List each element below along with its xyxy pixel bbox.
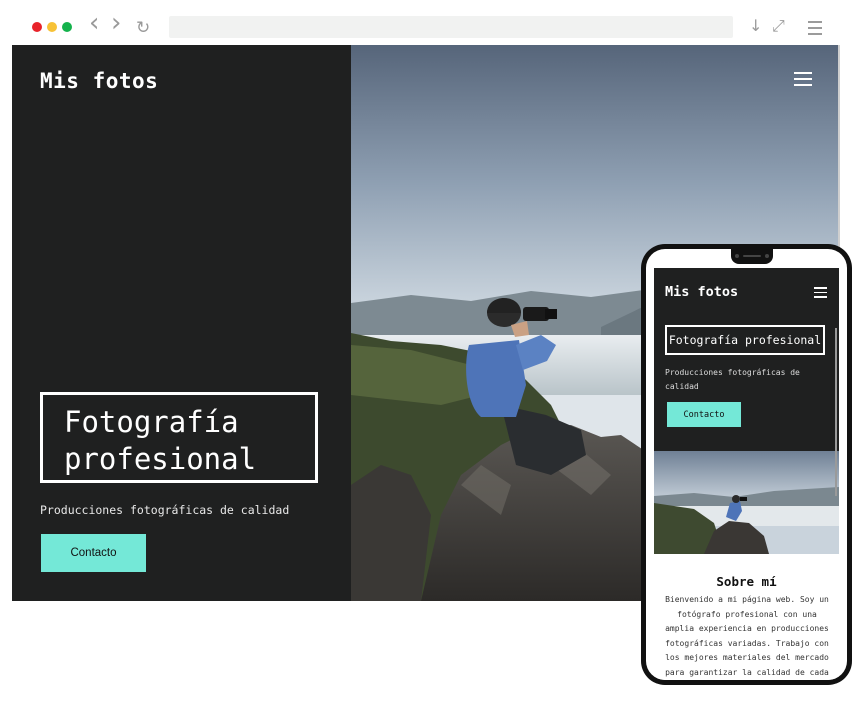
address-bar[interactable] [169,16,733,38]
hero-heading: Fotografía profesional [64,405,257,476]
hero-heading-box: Fotografía profesional [40,392,318,483]
phone-screen: Mis fotos Fotografía profesional Producc… [646,249,847,680]
browser-menu-icon[interactable] [808,21,822,39]
mobile-menu-icon[interactable] [814,287,827,301]
about-heading: Sobre mí [716,574,777,589]
hero-subtitle: Producciones fotográficas de calidad [40,503,290,517]
download-icon[interactable]: ↓ [749,16,762,36]
site-menu-icon[interactable] [794,72,812,90]
phone-notch [731,249,773,264]
mobile-site: Mis fotos Fotografía profesional Producc… [654,268,839,680]
mobile-hero-subtitle: Producciones fotográficas de calidad [665,368,800,391]
mobile-hero-photo [654,451,839,554]
site-title[interactable]: Mis fotos [40,69,158,93]
about-text: Bienvenido a mi página web. Soy un fotóg… [665,595,829,677]
mobile-site-title[interactable]: Mis fotos [665,284,738,300]
hero-panel: Mis fotos Fotografía profesional Producc… [12,45,351,601]
close-window-dot[interactable] [32,22,42,32]
browser-chrome: ‹ › ↻ ↓ ⤢ [12,10,840,45]
mobile-hero-heading: Fotografía profesional [665,325,825,355]
mobile-contact-button[interactable]: Contacto [667,402,741,427]
phone-mockup: Mis fotos Fotografía profesional Producc… [641,244,852,685]
maximize-window-dot[interactable] [62,22,72,32]
chevron-right-icon[interactable]: › [111,10,121,36]
page-scrollbar[interactable] [838,45,840,275]
expand-icon[interactable]: ⤢ [772,16,785,36]
chevron-left-icon[interactable]: ‹ [89,10,99,36]
contact-button[interactable]: Contacto [41,534,146,572]
mobile-scrollbar[interactable] [835,328,837,496]
mobile-hero-panel: Mis fotos Fotografía profesional Producc… [654,268,839,451]
reload-icon[interactable]: ↻ [136,18,150,38]
minimize-window-dot[interactable] [47,22,57,32]
